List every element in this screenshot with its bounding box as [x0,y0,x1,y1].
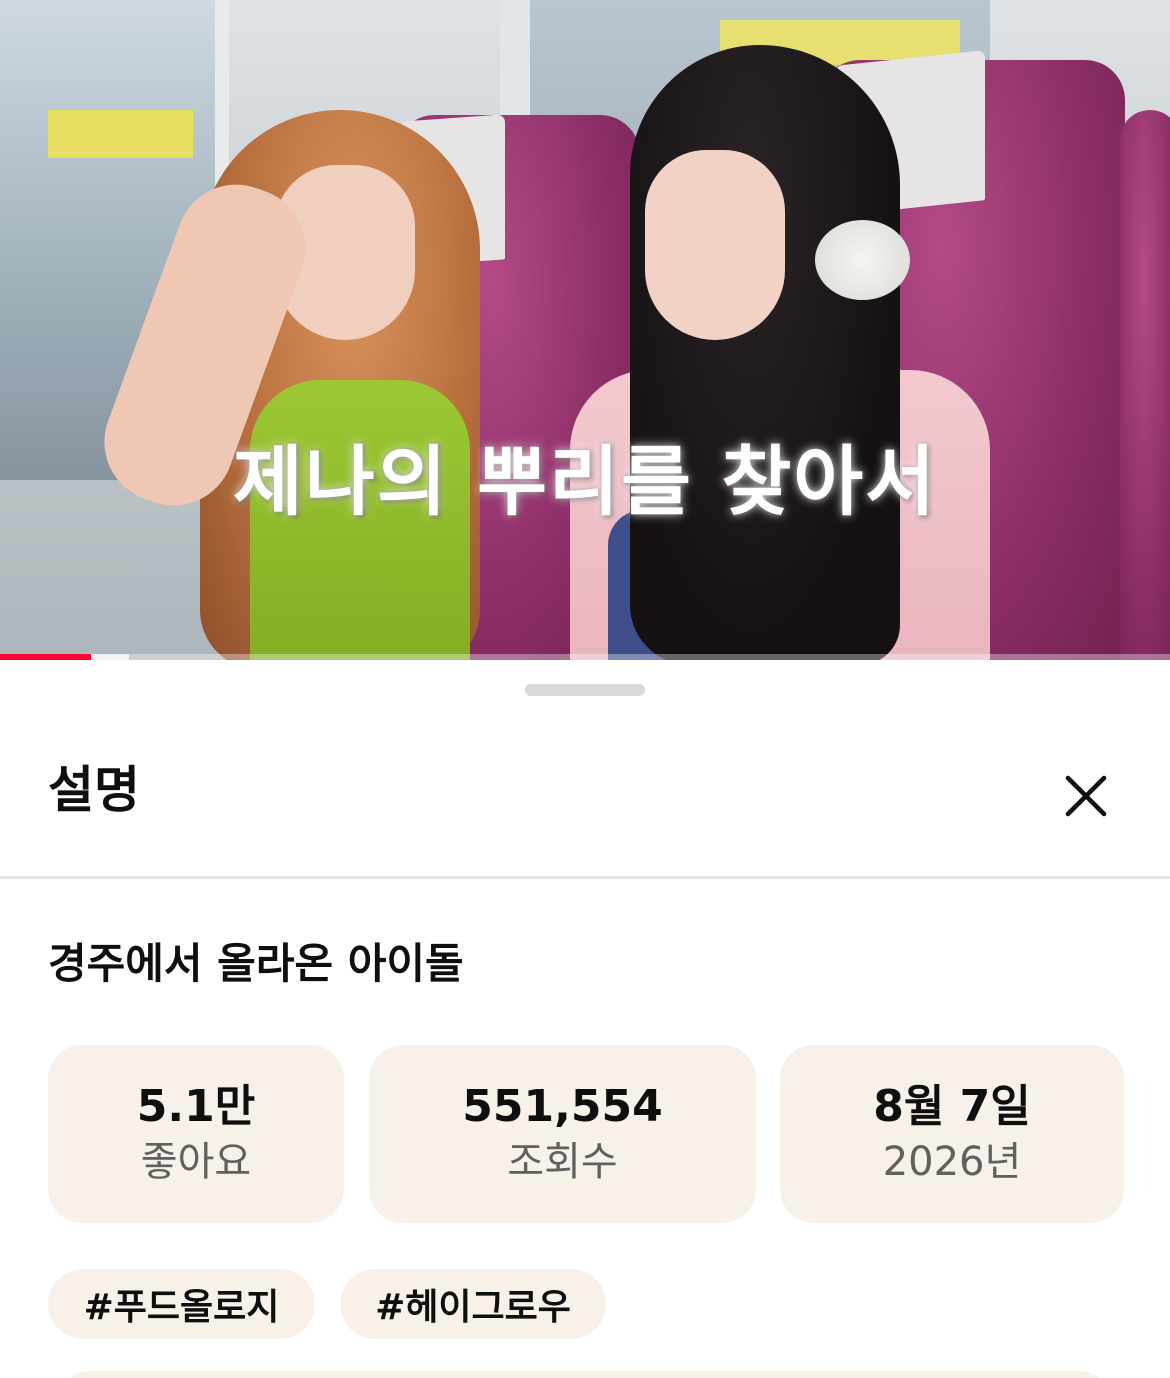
hair-scrunchie [815,220,910,300]
video-caption: 제나의 뿌리를 찾아서 [232,437,938,526]
window-sign [48,110,193,158]
close-button[interactable] [1050,760,1122,832]
views-stat: 551,554 조회수 [369,1045,756,1223]
person-right-hair [630,45,900,660]
divider [0,876,1170,879]
train-seat [1120,110,1170,660]
upload-year: 2026년 [882,1139,1022,1185]
views-count: 551,554 [462,1081,663,1132]
video-title: 경주에서 올라온 아이돌 [48,939,464,988]
video-player[interactable]: 제나의 뿌리를 찾아서 [0,0,1170,660]
hashtag-link[interactable]: #헤이그로우 [340,1269,606,1339]
likes-count: 5.1만 [136,1081,256,1132]
date-stat: 8월 7일 2026년 [780,1045,1124,1223]
hashtag-link[interactable]: #푸드올로지 [48,1269,315,1339]
sheet-drag-handle[interactable] [525,684,645,696]
sheet-title: 설명 [48,761,140,819]
upload-date: 8월 7일 [873,1081,1031,1132]
person-right-face [645,150,785,340]
close-icon [1065,775,1107,817]
description-text-block [60,1371,1110,1378]
likes-stat: 5.1만 좋아요 [48,1045,344,1223]
description-sheet: 설명 경주에서 올라온 아이돌 5.1만 좋아요 551,554 조회수 8월 … [0,660,1170,1378]
likes-label: 좋아요 [140,1139,252,1185]
views-label: 조회수 [507,1139,618,1185]
